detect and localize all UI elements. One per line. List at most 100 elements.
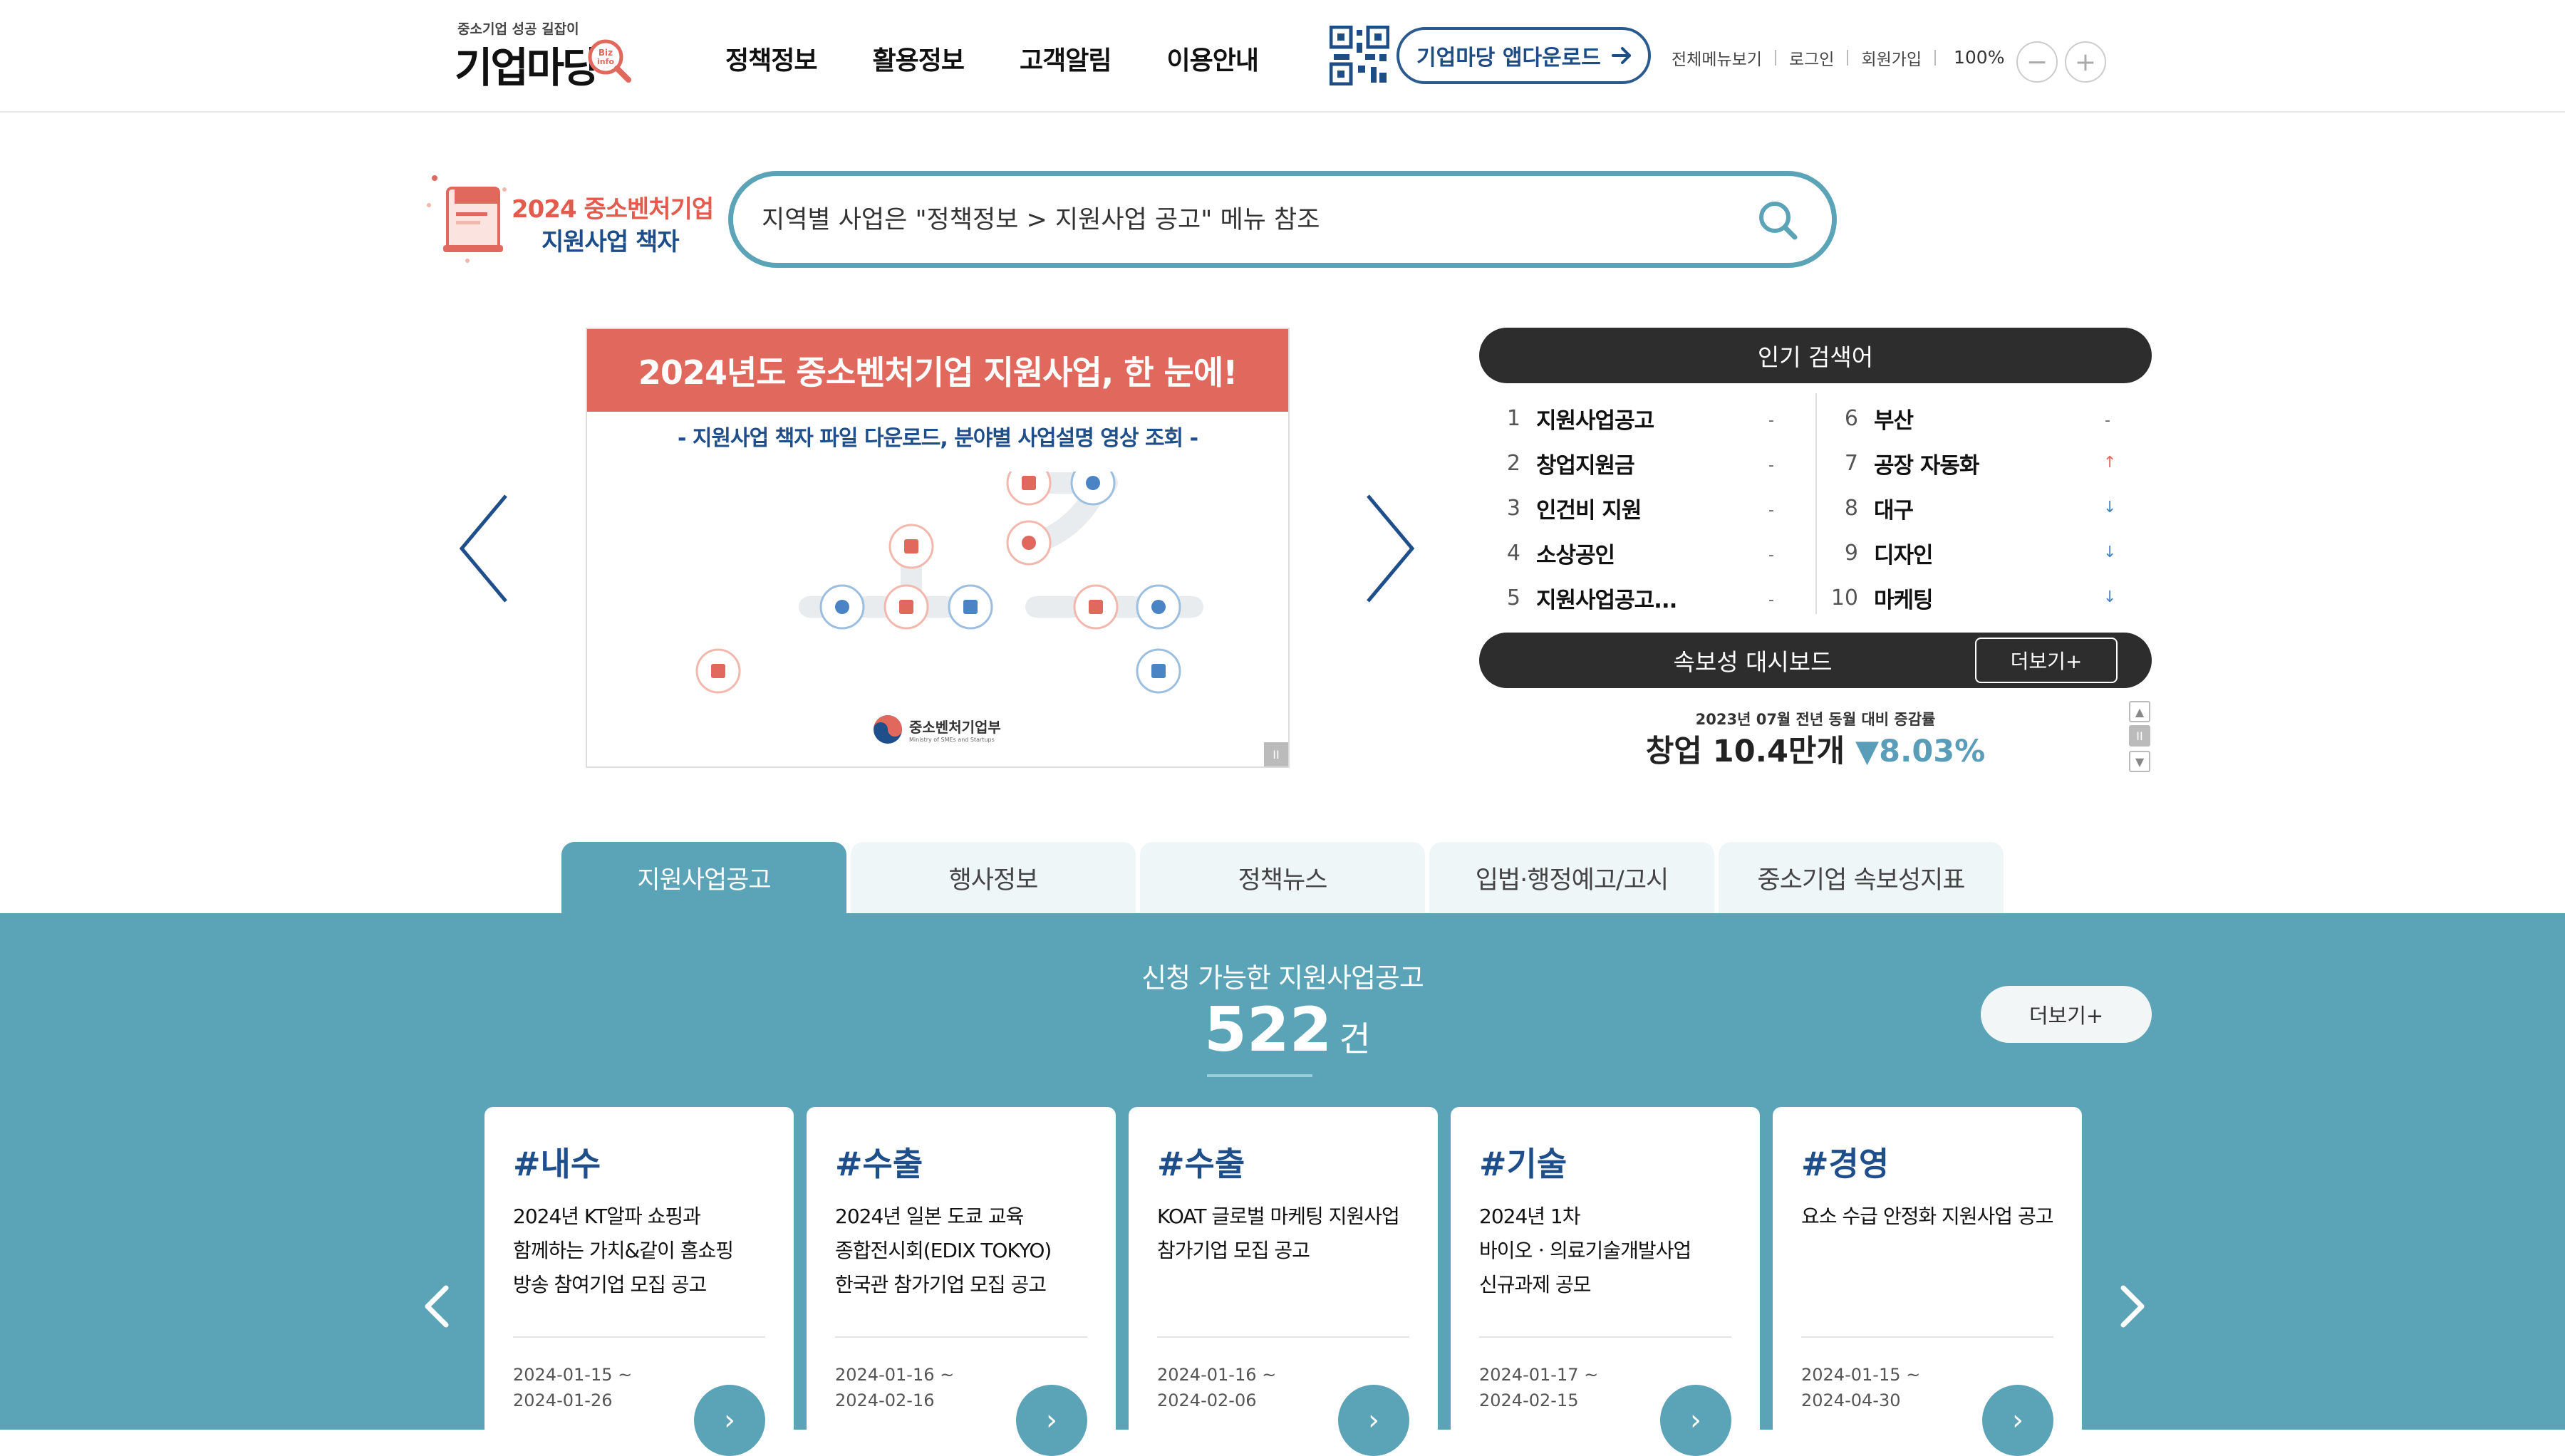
indicator-value-line[interactable]: 창업 10.4만개 ▼8.03%: [1479, 727, 2152, 771]
dashboard-pause-button[interactable]: II: [2129, 725, 2150, 747]
keyword-row[interactable]: 3 인건비 지원 -: [1479, 486, 1778, 531]
trend-same-icon: -: [1768, 591, 1774, 609]
card-go-button[interactable]: ›: [694, 1385, 765, 1456]
chevron-left-icon[interactable]: [456, 492, 513, 605]
ministry-text: 중소벤처기업부 Ministry of SMEs and Startups: [909, 716, 1001, 743]
nav-useful-info[interactable]: 활용정보: [872, 40, 964, 77]
app-download-button[interactable]: 기업마당 앱다운로드: [1396, 27, 1651, 84]
utility-links: 전체메뉴보기 로그인 회원가입: [1672, 46, 1949, 70]
nav-notices[interactable]: 고객알림: [1020, 40, 1112, 77]
login-link[interactable]: 로그인: [1789, 46, 1834, 70]
site-logo[interactable]: 중소기업 성공 길잡이 기업마당 Biz info: [455, 19, 633, 92]
keyword-rank: 2: [1506, 451, 1520, 476]
keyword-rank: 7: [1844, 451, 1858, 476]
banner-pause-button[interactable]: II: [1264, 742, 1288, 766]
card-title: 요소 수급 안정화 지원사업 공고: [1801, 1205, 2053, 1228]
tab-policy-news[interactable]: 정책뉴스: [1140, 842, 1425, 913]
list-more-button[interactable]: 더보기+: [1981, 986, 2152, 1043]
nav-policy-info[interactable]: 정책정보: [725, 40, 817, 77]
keyword-text: 공장 자동화: [1874, 453, 1979, 479]
card-category: #수출: [835, 1145, 923, 1183]
plus-icon: +: [2074, 47, 2097, 77]
minus-icon: −: [2026, 47, 2048, 77]
tab-sme-indicators[interactable]: 중소기업 속보성지표: [1719, 842, 2004, 913]
keyword-rank: 9: [1844, 541, 1858, 566]
card-category: #내수: [513, 1145, 601, 1183]
notice-card[interactable]: #수출 2024년 일본 도쿄 교육 종합전시회(EDIX TOKYO) 한국관…: [807, 1107, 1116, 1456]
trend-same-icon: -: [1768, 546, 1774, 564]
trend-down-icon: ↓: [2103, 544, 2117, 561]
all-menu-link[interactable]: 전체메뉴보기: [1672, 46, 1762, 70]
count-underline: [1207, 1074, 1312, 1077]
dashboard-header: 속보성 대시보드 더보기+: [1479, 633, 2152, 688]
card-title: 2024년 일본 도쿄 교육 종합전시회(EDIX TOKYO) 한국관 참가기…: [835, 1205, 1052, 1296]
svg-text:info: info: [597, 57, 614, 66]
notice-card[interactable]: #경영 요소 수급 안정화 지원사업 공고 2024-01-15 ~ 2024-…: [1773, 1107, 2082, 1456]
card-go-button[interactable]: ›: [1338, 1385, 1409, 1456]
support-icons-illustration: [695, 472, 1203, 694]
search-icon[interactable]: [1753, 196, 1803, 246]
trend-same-icon: -: [1768, 501, 1774, 519]
card-title: KOAT 글로벌 마케팅 지원사업 참가기업 모집 공고: [1157, 1205, 1400, 1262]
card-divider: [1157, 1336, 1409, 1338]
trend-down-icon: ↓: [2103, 588, 2117, 606]
chevron-right-icon[interactable]: [2110, 1278, 2153, 1335]
zoom-level: 100%: [1954, 47, 2005, 68]
card-go-button[interactable]: ›: [1016, 1385, 1087, 1456]
notice-card[interactable]: #내수 2024년 KT알파 쇼핑과 함께하는 가치&같이 홈쇼핑 방송 참여기…: [484, 1107, 794, 1456]
chevron-left-icon[interactable]: [416, 1278, 459, 1335]
zoom-in-button[interactable]: +: [2065, 41, 2106, 83]
banner-line2: 지원사업 책자: [542, 228, 680, 256]
card-divider: [513, 1336, 765, 1338]
card-date-start: 2024-01-16 ~: [1157, 1365, 1277, 1385]
support-book-banner[interactable]: 2024 중소벤처기업 지원사업 책자: [425, 168, 717, 268]
chevron-right-icon: ›: [1368, 1404, 1379, 1437]
card-go-button[interactable]: ›: [1982, 1385, 2053, 1456]
keyword-row[interactable]: 4 소상공인 -: [1479, 531, 1778, 576]
card-go-button[interactable]: ›: [1660, 1385, 1731, 1456]
dashboard-next-button[interactable]: ▼: [2129, 751, 2150, 772]
book-icon: [427, 175, 507, 263]
zoom-out-button[interactable]: −: [2016, 41, 2058, 83]
dashboard-title: 속보성 대시보드: [1673, 648, 1833, 676]
keyword-text: 소상공인: [1536, 543, 1615, 568]
ministry-name-en: Ministry of SMEs and Startups: [909, 737, 995, 743]
notice-card[interactable]: #기술 2024년 1차 바이오ㆍ의료기술개발사업 신규과제 공모 2024-0…: [1451, 1107, 1760, 1456]
dashboard-more-button[interactable]: 더보기+: [1975, 638, 2118, 683]
tab-legislation[interactable]: 입법·행정예고/고시: [1429, 842, 1714, 913]
count-number: 522: [1204, 994, 1332, 1066]
keyword-list-left: 1 지원사업공고 - 2 창업지원금 - 3 인건비 지원 - 4 소상공인 -…: [1479, 396, 1778, 620]
keyword-row[interactable]: 1 지원사업공고 -: [1479, 396, 1778, 441]
notice-card[interactable]: #수출 KOAT 글로벌 마케팅 지원사업 참가기업 모집 공고 2024-01…: [1129, 1107, 1438, 1456]
dashboard-prev-button[interactable]: ▲: [2129, 701, 2150, 722]
card-date-start: 2024-01-15 ~: [513, 1365, 633, 1385]
search-input[interactable]: [762, 199, 1731, 241]
tab-support-notice[interactable]: 지원사업공고: [561, 842, 846, 913]
arrow-right-icon: [1611, 47, 1631, 64]
app-download: 기업마당 앱다운로드: [1330, 26, 1651, 85]
keyword-row[interactable]: 6 부산 -: [1817, 396, 2116, 441]
nav-guide[interactable]: 이용안내: [1166, 40, 1258, 77]
divider: [1934, 50, 1937, 66]
keyword-row[interactable]: 10 마케팅 ↓: [1817, 576, 2117, 620]
keyword-text: 디자인: [1874, 543, 1934, 568]
keyword-row[interactable]: 9 디자인 ↓: [1817, 531, 2117, 576]
card-divider: [1479, 1336, 1731, 1338]
card-divider: [835, 1336, 1087, 1338]
keyword-row[interactable]: 5 지원사업공고... -: [1479, 576, 1778, 620]
keyword-row[interactable]: 8 대구 ↓: [1817, 486, 2117, 531]
trend-same-icon: -: [2105, 412, 2110, 430]
keyword-row[interactable]: 7 공장 자동화 ↑: [1817, 441, 2117, 486]
main-visual-banner[interactable]: 2024년도 중소벤처기업 지원사업, 한 눈에! - 지원사업 책자 파일 다…: [586, 328, 1290, 768]
card-date-start: 2024-01-16 ~: [835, 1365, 955, 1385]
keyword-text: 대구: [1874, 498, 1914, 524]
keyword-rank: 1: [1506, 406, 1520, 431]
visual-subline: - 지원사업 책자 파일 다운로드, 분야별 사업설명 영상 조회 -: [677, 426, 1198, 451]
tab-events[interactable]: 행사정보: [851, 842, 1136, 913]
chevron-right-icon[interactable]: [1361, 492, 1418, 605]
card-divider: [1801, 1336, 2053, 1338]
trend-down-icon: ↓: [2103, 499, 2117, 516]
chevron-right-icon: ›: [2012, 1404, 2024, 1437]
signup-link[interactable]: 회원가입: [1861, 46, 1922, 70]
keyword-row[interactable]: 2 창업지원금 -: [1479, 441, 1778, 486]
